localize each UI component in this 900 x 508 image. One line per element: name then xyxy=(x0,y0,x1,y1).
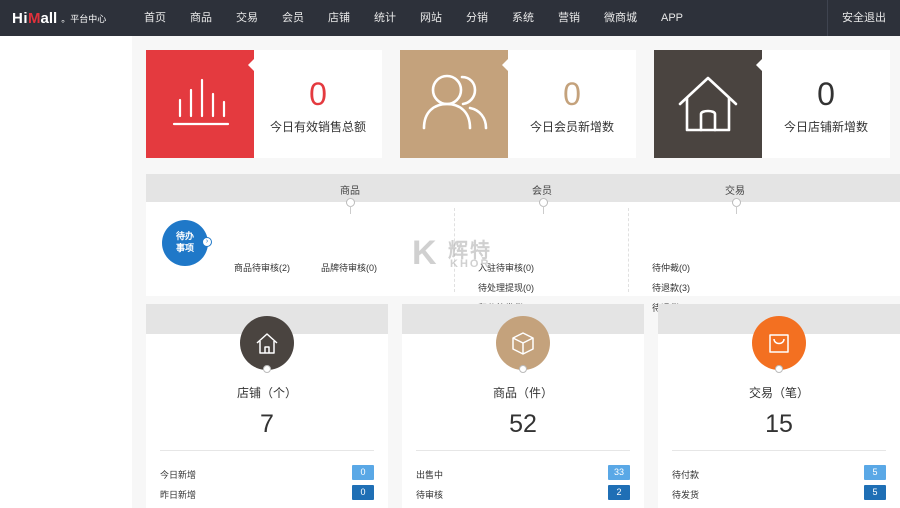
home-icon xyxy=(256,333,278,354)
divider xyxy=(160,450,374,451)
todo-item[interactable]: 品牌待审核(0) xyxy=(321,261,377,274)
card-title: 店铺（个） xyxy=(236,386,297,400)
nav-members[interactable]: 会员 xyxy=(270,0,316,36)
stat-label: 今日店铺新增数 xyxy=(783,120,868,134)
card-value: 7 xyxy=(260,410,274,438)
todo-badge: 待办 事项 xyxy=(162,220,208,266)
card-title: 交易（笔） xyxy=(748,386,809,400)
nav-distribution[interactable]: 分销 xyxy=(454,0,500,36)
nav-marketing[interactable]: 营销 xyxy=(546,0,592,36)
divider xyxy=(628,208,629,292)
card-icon-circle xyxy=(240,316,294,370)
stat-value: 0 xyxy=(817,76,835,112)
stat-icon-box xyxy=(654,50,763,158)
todo-item[interactable]: 商品待审核(2) xyxy=(234,261,290,274)
stat-label: 今日会员新增数 xyxy=(529,120,614,134)
card-row-label: 待付款 xyxy=(672,470,700,480)
summary-card-products: 商品（件） 52 出售中 33 待审核 2 xyxy=(402,304,644,508)
box-icon xyxy=(512,332,534,355)
todo-column-title: 交易 xyxy=(725,186,745,197)
logo-hi: Hi xyxy=(12,9,28,27)
watermark-logo: K 辉特 KHOR xyxy=(412,234,512,274)
watermark-en: KHOR xyxy=(450,258,491,270)
stat-icon-box xyxy=(400,50,509,158)
nav-wechat-mall[interactable]: 微商城 xyxy=(592,0,649,36)
todo-item[interactable]: 待仲裁(0) xyxy=(652,261,690,274)
pin-stem xyxy=(350,206,351,214)
logo-mall: Mall xyxy=(28,9,58,27)
summary-card-trades: 交易（笔） 15 待付款 5 待发货 5 xyxy=(658,304,900,508)
count-badge[interactable]: 0 xyxy=(352,485,374,500)
users-icon xyxy=(422,74,488,130)
todo-item[interactable]: 待处理提现(0) xyxy=(478,281,534,294)
todo-panel: 商品 会员 交易 待办 事项 › 商品待审核(2) 品牌待审核(0) 入驻待审核… xyxy=(146,174,900,313)
pin-stem xyxy=(543,206,544,214)
nav-home[interactable]: 首页 xyxy=(132,0,178,36)
home-icon xyxy=(678,76,738,132)
card-title: 商品（件） xyxy=(492,386,553,400)
main-content: 0 今日有效销售总额 0 今日会员新增数 0 今日店铺新增数 商品 会员 交易 … xyxy=(132,36,900,508)
card-row: 出售中 33 xyxy=(416,465,630,481)
card-row: 今日新增 0 xyxy=(160,465,374,481)
stat-icon-box xyxy=(146,50,255,158)
count-badge[interactable]: 0 xyxy=(352,465,374,480)
stat-value: 0 xyxy=(309,76,327,112)
divider xyxy=(672,450,886,451)
card-row: 待付款 5 xyxy=(672,465,886,481)
nav-statistics[interactable]: 统计 xyxy=(362,0,408,36)
card-value: 52 xyxy=(509,410,537,438)
count-badge[interactable]: 5 xyxy=(864,465,886,480)
nav-website[interactable]: 网站 xyxy=(408,0,454,36)
card-row-label: 待发货 xyxy=(672,490,700,500)
count-badge[interactable]: 2 xyxy=(608,485,630,500)
top-bar: Hi Mall 。平台中心 首页 商品 交易 会员 店铺 统计 网站 分销 系统… xyxy=(0,0,900,36)
nav-app[interactable]: APP xyxy=(649,0,695,36)
card-value: 15 xyxy=(765,410,793,438)
stat-card-members: 0 今日会员新增数 xyxy=(400,50,636,158)
nav-products[interactable]: 商品 xyxy=(178,0,224,36)
stat-label: 今日有效销售总额 xyxy=(269,120,366,134)
summary-card-shops: 店铺（个） 7 今日新增 0 昨日新增 0 xyxy=(146,304,388,508)
bar-chart-icon xyxy=(172,78,230,126)
nav-shops[interactable]: 店铺 xyxy=(316,0,362,36)
todo-column-title: 商品 xyxy=(340,186,360,197)
chevron-right-icon[interactable]: › xyxy=(202,237,212,247)
card-row: 待发货 5 xyxy=(672,485,886,501)
todo-header xyxy=(146,174,900,202)
card-row-label: 昨日新增 xyxy=(160,490,197,500)
card-dot xyxy=(775,365,783,373)
card-dot xyxy=(263,365,271,373)
stat-value: 0 xyxy=(563,76,581,112)
card-icon-circle xyxy=(496,316,550,370)
logo[interactable]: Hi Mall 。平台中心 xyxy=(0,0,132,36)
card-row: 待审核 2 xyxy=(416,485,630,501)
card-dot xyxy=(519,365,527,373)
nav-trades[interactable]: 交易 xyxy=(224,0,270,36)
todo-item[interactable]: 待退款(3) xyxy=(652,281,690,294)
pin-stem xyxy=(736,206,737,214)
card-row-label: 出售中 xyxy=(416,470,444,480)
nav-system[interactable]: 系统 xyxy=(500,0,546,36)
card-row-label: 待审核 xyxy=(416,490,444,500)
sidebar xyxy=(0,36,132,508)
main-nav: 首页 商品 交易 会员 店铺 统计 网站 分销 系统 营销 微商城 APP xyxy=(132,0,695,36)
count-badge[interactable]: 5 xyxy=(864,485,886,500)
card-icon-circle xyxy=(752,316,806,370)
watermark-k: K xyxy=(412,234,437,272)
todo-column-title: 会员 xyxy=(532,186,552,197)
bag-icon xyxy=(769,334,789,353)
count-badge[interactable]: 33 xyxy=(608,465,630,480)
card-row-label: 今日新增 xyxy=(160,470,197,480)
divider xyxy=(416,450,630,451)
card-row: 昨日新增 0 xyxy=(160,485,374,501)
logout-button[interactable]: 安全退出 xyxy=(827,0,900,36)
stat-card-shops: 0 今日店铺新增数 xyxy=(654,50,890,158)
logo-subtitle: 。平台中心 xyxy=(61,13,107,24)
stat-card-sales: 0 今日有效销售总额 xyxy=(146,50,382,158)
